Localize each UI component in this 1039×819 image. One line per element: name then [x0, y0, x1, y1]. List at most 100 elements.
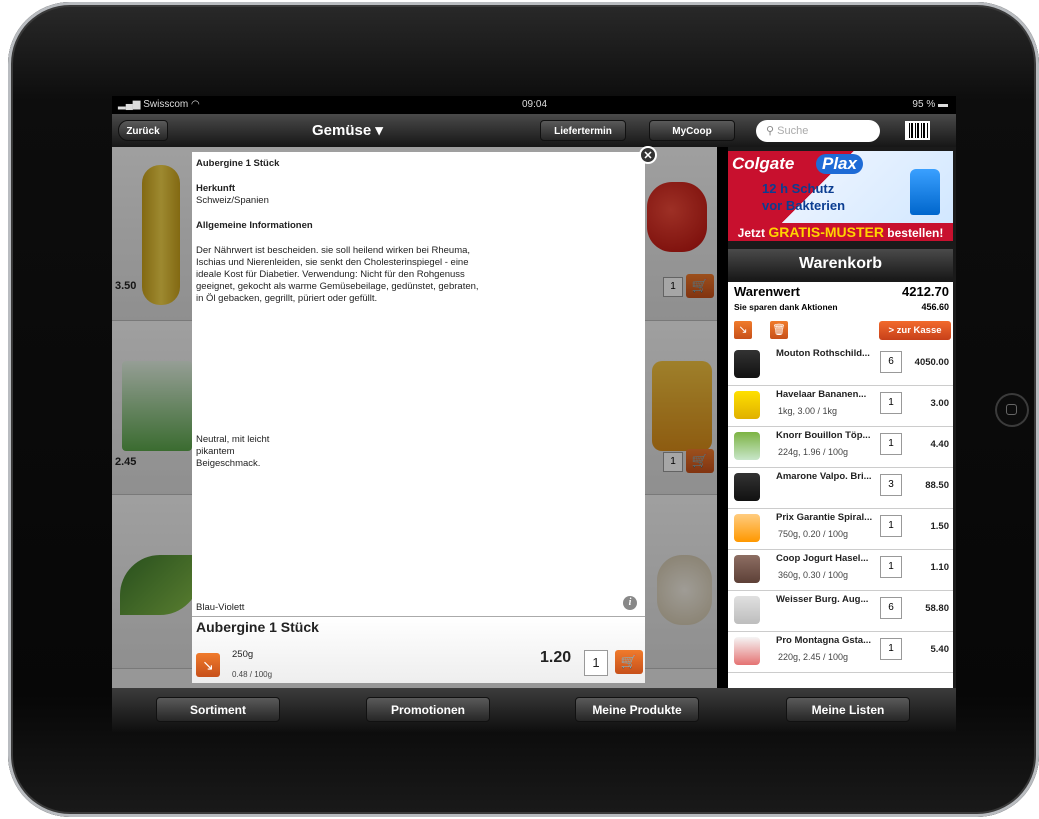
add-to-cart-icon[interactable]: 🛒 — [615, 650, 643, 674]
cart-item-qty[interactable]: 3 — [880, 474, 902, 496]
cart-item-thumbnail — [734, 514, 760, 542]
allgemeine-info-text: Der Nährwert ist bescheiden. sie soll he… — [196, 245, 479, 304]
ad-brand: Colgate — [732, 154, 795, 173]
close-icon[interactable]: ✕ — [639, 146, 657, 164]
cart-item-name: Amarone Valpo. Bri... — [776, 471, 872, 482]
home-button[interactable] — [995, 393, 1029, 427]
back-button[interactable]: Zurück — [118, 120, 168, 141]
app-screen: ▂▄▆ Swisscom ◠ 09:04 95 % ▬ Zurück Gemüs… — [112, 96, 956, 733]
ad-cta-post: bestellen! — [883, 226, 944, 240]
cart-item-qty[interactable]: 1 — [880, 433, 902, 455]
cart-item-qty[interactable]: 1 — [880, 392, 902, 414]
cart-item[interactable]: Pro Montagna Gsta... 220g, 2.45 / 100g 1 5.… — [728, 631, 953, 673]
checkout-button[interactable]: > zur Kasse — [879, 321, 951, 340]
herkunft-value: Schweiz/Spanien — [196, 195, 269, 206]
mycoop-button[interactable]: MyCoop — [649, 120, 735, 141]
cart-item-name: Weisser Burg. Aug... — [776, 594, 869, 605]
cart-panel: Warenwert 4212.70 Sie sparen dank Aktion… — [728, 282, 953, 688]
carrier-label: ▂▄▆ Swisscom ◠ — [118, 99, 200, 110]
wifi-icon: ◠ — [191, 99, 200, 110]
cart-item-thumbnail — [734, 555, 760, 583]
cart-item-price: 5.40 — [930, 644, 950, 655]
barcode-scan-icon[interactable] — [905, 121, 930, 140]
popup-title: Aubergine 1 Stück — [196, 158, 280, 169]
sparen-label: Sie sparen dank Aktionen — [734, 302, 838, 312]
search-field[interactable]: ⚲ Suche — [756, 120, 880, 142]
cart-item-name: Pro Montagna Gsta... — [776, 635, 872, 646]
cart-item-price: 1.50 — [930, 521, 950, 532]
save-list-icon[interactable]: ↘ — [734, 321, 752, 339]
battery-percent: 95 % — [912, 99, 936, 110]
battery-indicator: 95 % ▬ — [912, 99, 948, 110]
cart-item-thumbnail — [734, 350, 760, 378]
cart-item-price: 4050.00 — [914, 357, 949, 368]
caret-down-icon: ▾ — [375, 122, 383, 139]
clock: 09:04 — [522, 99, 548, 110]
tab-meine-listen[interactable]: Meine Listen — [786, 697, 910, 722]
trash-icon[interactable]: 🗑 — [770, 321, 788, 339]
footer-price: 1.20 — [540, 649, 572, 666]
warenwert-value: 4212.70 — [902, 284, 949, 299]
cart-item-price: 3.00 — [930, 398, 950, 409]
cart-item-detail: 1kg, 3.00 / 1kg — [778, 406, 838, 416]
cart-item-name: Havelaar Bananen... — [776, 389, 867, 400]
carrier-name: Swisscom — [143, 99, 189, 110]
cart-item-qty[interactable]: 1 — [880, 556, 902, 578]
search-icon: ⚲ — [766, 125, 775, 137]
taste-text: Neutral, mit leicht pikantem Beigeschmac… — [196, 434, 270, 469]
mouthwash-bottle-image — [910, 169, 940, 215]
cart-item-price: 88.50 — [925, 480, 949, 491]
herkunft-label: Herkunft — [196, 183, 236, 194]
category-dropdown[interactable]: Gemüse ▾ — [312, 121, 383, 139]
cart-item-detail: 360g, 0.30 / 100g — [778, 570, 849, 580]
product-detail-popup: Aubergine 1 Stück Herkunft Schweiz/Spani… — [192, 152, 645, 683]
cart-item-qty[interactable]: 6 — [880, 597, 902, 619]
tab-promotionen[interactable]: Promotionen — [366, 697, 490, 722]
add-to-list-icon[interactable]: ↘ — [196, 653, 220, 677]
cart-item-thumbnail — [734, 473, 760, 501]
battery-icon: ▬ — [938, 99, 948, 110]
cart-item[interactable]: Mouton Rothschild... 6 4050.00 — [728, 344, 953, 386]
cart-item-price: 1.10 — [930, 562, 950, 573]
search-placeholder: Suche — [777, 125, 809, 137]
status-bar: ▂▄▆ Swisscom ◠ 09:04 95 % ▬ — [112, 96, 956, 114]
tab-bar: Sortiment Promotionen Meine Produkte Mei… — [112, 688, 956, 733]
cart-item-price: 58.80 — [925, 603, 949, 614]
info-icon[interactable]: i — [623, 596, 637, 610]
cart-item-qty[interactable]: 1 — [880, 515, 902, 537]
cart-item[interactable]: Weisser Burg. Aug... 6 58.80 — [728, 590, 953, 632]
footer-product-title: Aubergine 1 Stück — [196, 619, 319, 635]
allgemeine-info-label: Allgemeine Informationen — [196, 220, 313, 231]
cart-item-thumbnail — [734, 637, 760, 665]
colgate-ad-banner[interactable]: Colgate Plax 12 h Schutz vor Bakterien J… — [728, 151, 953, 241]
cart-item-qty[interactable]: 6 — [880, 351, 902, 373]
ad-line1: 12 h Schutz — [762, 181, 835, 196]
tab-sortiment[interactable]: Sortiment — [156, 697, 280, 722]
color-text: Blau-Violett — [196, 602, 245, 613]
popup-footer: Aubergine 1 Stück ↘ 250g 0.48 / 100g 1.2… — [192, 616, 645, 683]
cart-item[interactable]: Prix Garantie Spiral... 750g, 0.20 / 100g… — [728, 508, 953, 550]
ad-cta-pre: Jetzt — [737, 226, 769, 240]
warenwert-label: Warenwert — [734, 284, 800, 299]
cart-item-name: Mouton Rothschild... — [776, 348, 870, 359]
cart-item[interactable]: Amarone Valpo. Bri... 3 88.50 — [728, 467, 953, 509]
cart-item[interactable]: Knorr Bouillon Töp... 224g, 1.96 / 100g 1 4… — [728, 426, 953, 468]
cart-item[interactable]: Coop Jogurt Hasel... 360g, 0.30 / 100g 1 1.… — [728, 549, 953, 591]
navigation-bar: Zurück Gemüse ▾ Liefertermin MyCoop ⚲ Su… — [112, 114, 956, 148]
cart-item-name: Knorr Bouillon Töp... — [776, 430, 871, 441]
category-title: Gemüse — [312, 122, 372, 139]
cart-item[interactable]: Havelaar Bananen... 1kg, 3.00 / 1kg 1 3.00 — [728, 385, 953, 427]
cart-header: Warenkorb — [728, 249, 953, 279]
cart-item-name: Prix Garantie Spiral... — [776, 512, 873, 523]
ad-line2: vor Bakterien — [762, 198, 846, 213]
cart-item-detail: 224g, 1.96 / 100g — [778, 447, 849, 457]
sidebar: Colgate Plax 12 h Schutz vor Bakterien J… — [728, 147, 956, 688]
ad-cta-banner: Jetzt GRATIS-MUSTER bestellen! — [728, 223, 953, 241]
tab-meine-produkte[interactable]: Meine Produkte — [575, 697, 699, 722]
sparen-value: 456.60 — [921, 302, 949, 312]
footer-qty[interactable]: 1 — [584, 650, 608, 676]
liefertermin-button[interactable]: Liefertermin — [540, 120, 626, 141]
cart-item-detail: 220g, 2.45 / 100g — [778, 652, 849, 662]
cart-item-qty[interactable]: 1 — [880, 638, 902, 660]
footer-weight: 250g — [232, 649, 254, 660]
